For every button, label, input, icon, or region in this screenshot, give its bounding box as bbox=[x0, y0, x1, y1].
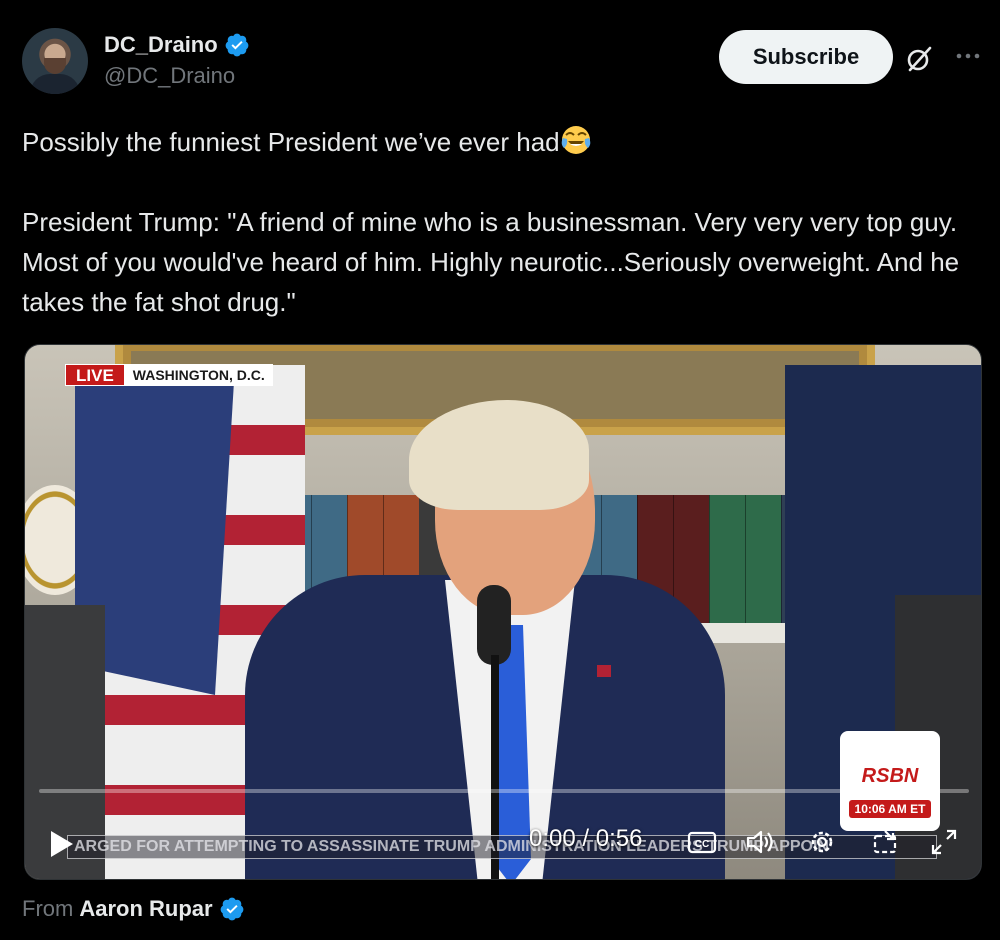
post-quote: President Trump: "A friend of mine who i… bbox=[22, 207, 960, 317]
verified-badge-icon bbox=[220, 897, 243, 921]
location-label: WASHINGTON, D.C. bbox=[124, 364, 273, 386]
author-display-name-row[interactable]: DC_Draino bbox=[104, 32, 250, 58]
network-clock: 10:06 AM ET bbox=[848, 800, 932, 818]
author-block: DC_Draino @DC_Draino bbox=[104, 32, 250, 89]
picture-in-picture-icon[interactable] bbox=[871, 827, 901, 857]
svg-text:CC: CC bbox=[695, 839, 709, 850]
network-bug: RSBN 10:06 AM ET bbox=[840, 731, 940, 831]
grok-icon[interactable] bbox=[904, 44, 934, 74]
video-attribution: From Aaron Rupar bbox=[22, 896, 245, 922]
play-icon[interactable] bbox=[49, 829, 75, 859]
post-text: Possibly the funniest President we’ve ev… bbox=[22, 122, 980, 322]
attribution-prefix: From bbox=[22, 896, 74, 921]
post-line-1: Possibly the funniest President we’ve ev… bbox=[22, 122, 980, 162]
live-location-badge: LIVE WASHINGTON, D.C. bbox=[65, 364, 273, 386]
avatar[interactable] bbox=[22, 28, 88, 94]
attribution-source-name[interactable]: Aaron Rupar bbox=[79, 896, 212, 922]
subscribe-button[interactable]: Subscribe bbox=[719, 30, 893, 84]
video-player[interactable]: LIVE WASHINGTON, D.C. RSBN 10:06 AM ET A… bbox=[24, 344, 982, 880]
network-logo: RSBN bbox=[861, 765, 919, 787]
more-icon[interactable] bbox=[954, 40, 982, 70]
author-display-name[interactable]: DC_Draino bbox=[104, 32, 218, 58]
volume-icon[interactable] bbox=[745, 827, 775, 857]
closed-captions-icon[interactable]: CC bbox=[687, 827, 717, 857]
video-frame bbox=[25, 345, 981, 879]
post-header: DC_Draino @DC_Draino Subscribe bbox=[22, 28, 980, 100]
fullscreen-icon[interactable] bbox=[929, 827, 959, 857]
post-line-1-text: Possibly the funniest President we’ve ev… bbox=[22, 127, 560, 157]
settings-icon[interactable] bbox=[807, 827, 837, 857]
author-handle[interactable]: @DC_Draino bbox=[104, 63, 250, 89]
verified-badge-icon bbox=[225, 33, 249, 57]
video-progress-bar[interactable] bbox=[39, 789, 969, 793]
video-time: 0:00 / 0:56 bbox=[529, 825, 643, 852]
video-controls: 0:00 / 0:56 CC bbox=[25, 821, 981, 861]
live-label: LIVE bbox=[65, 364, 125, 386]
face-with-tears-of-joy-icon bbox=[561, 126, 590, 154]
